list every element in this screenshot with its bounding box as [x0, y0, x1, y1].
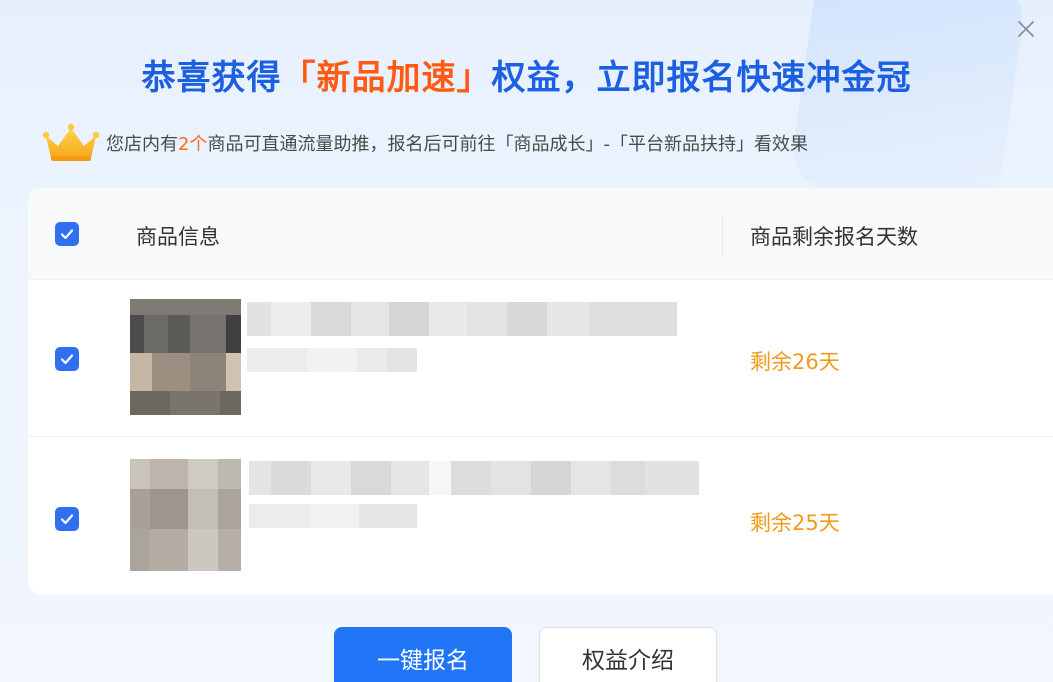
remaining-days: 剩余26天: [750, 350, 840, 374]
check-icon: [60, 229, 74, 240]
dialog-title: 恭喜获得「新品加速」权益，立即报名快速冲金冠: [0, 50, 1053, 99]
product-thumbnail: [130, 299, 241, 415]
product-title-blurred: [249, 461, 699, 495]
column-divider: [722, 214, 723, 254]
product-subtitle-blurred: [247, 348, 417, 372]
dialog-subtitle: 您店内有 2个 商品可直通流量助推，报名后可前往「商品成长」-「平台新品扶持」看效果: [42, 122, 808, 164]
background-decoration: [788, 0, 1028, 214]
title-suffix: 权益，立即报名快速冲金冠: [491, 58, 912, 98]
column-header-days: 商品剩余报名天数: [750, 225, 918, 249]
check-icon: [60, 354, 74, 365]
title-highlight: 「新品加速」: [281, 58, 492, 98]
remaining-days: 剩余25天: [750, 511, 840, 535]
subtitle-count: 2个: [178, 134, 208, 155]
table-header: 商品信息 商品剩余报名天数: [28, 188, 1053, 280]
table-row: 剩余25天: [28, 437, 1053, 594]
dialog-footer: 一键报名 权益介绍: [0, 627, 1053, 682]
select-all-checkbox[interactable]: [55, 222, 79, 246]
subtitle-text-after: 商品可直通流量助推，报名后可前往「商品成长」-「平台新品扶持」看效果: [207, 134, 808, 155]
table-row: 剩余26天: [28, 280, 1053, 437]
row-checkbox[interactable]: [55, 507, 79, 531]
title-prefix: 恭喜获得: [141, 58, 282, 98]
crown-icon: [42, 123, 100, 161]
register-all-button[interactable]: 一键报名: [334, 627, 512, 682]
row-checkbox[interactable]: [55, 347, 79, 371]
check-icon: [60, 514, 74, 525]
benefit-intro-button[interactable]: 权益介绍: [539, 627, 717, 682]
column-header-info: 商品信息: [136, 225, 220, 249]
product-thumbnail: [130, 459, 241, 571]
subtitle-text-before: 您店内有: [106, 134, 178, 155]
product-table: 商品信息 商品剩余报名天数 剩余26天 剩余25天: [28, 188, 1053, 594]
close-button[interactable]: [1011, 14, 1041, 44]
product-subtitle-blurred: [249, 504, 417, 528]
product-title-blurred: [247, 302, 677, 336]
close-icon: [1018, 21, 1034, 37]
